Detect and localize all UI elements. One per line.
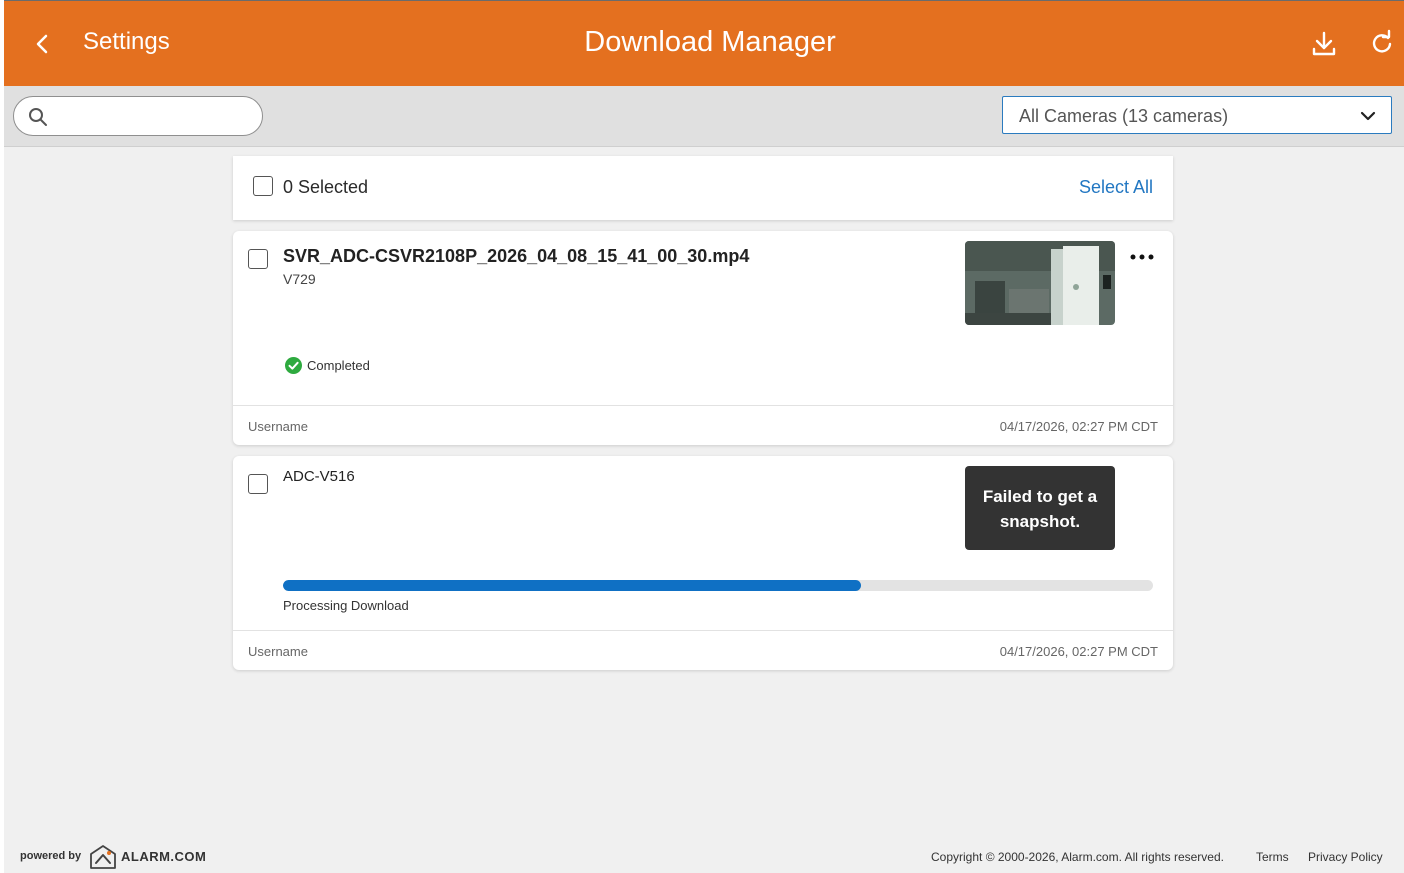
privacy-policy-link[interactable]: Privacy Policy: [1308, 850, 1383, 864]
powered-by-label: powered by: [20, 850, 82, 862]
check-circle-icon: [285, 357, 302, 374]
brand-name: ALARM.COM: [121, 849, 207, 864]
download-footer: Username 04/17/2026, 02:27 PM CDT: [233, 630, 1173, 670]
download-icon[interactable]: [1309, 29, 1339, 59]
search-input[interactable]: [58, 103, 248, 129]
camera-filter-value: All Cameras (13 cameras): [1019, 106, 1229, 126]
status-label: Completed: [307, 358, 370, 373]
select-all-link[interactable]: Select All: [1079, 177, 1153, 198]
terms-link[interactable]: Terms: [1256, 850, 1289, 864]
download-item: SVR_ADC-CSVR2108P_2026_04_08_15_41_00_30…: [233, 231, 1173, 445]
camera-filter-select[interactable]: All Cameras (13 cameras): [1002, 96, 1392, 134]
video-thumbnail[interactable]: [965, 241, 1115, 325]
camera-name: V729: [283, 271, 316, 287]
page-footer: powered by ALARM.COM Copyright © 2000-20…: [4, 840, 1404, 873]
back-label[interactable]: Settings: [83, 28, 170, 56]
download-item-checkbox[interactable]: [248, 474, 268, 494]
download-item: ADC-V516 Failed to get a snapshot. Proce…: [233, 456, 1173, 670]
search-box[interactable]: [13, 96, 263, 136]
copyright-text: Copyright © 2000-2026, Alarm.com. All ri…: [931, 850, 1224, 864]
download-user: Username: [248, 419, 308, 434]
chevron-down-icon: [1360, 111, 1376, 121]
camera-name: ADC-V516: [283, 468, 355, 485]
download-timestamp: 04/17/2026, 02:27 PM CDT: [999, 644, 1158, 659]
search-icon: [29, 108, 47, 126]
select-all-checkbox[interactable]: [253, 176, 273, 196]
app-header: Settings Download Manager: [4, 1, 1404, 86]
chevron-left-icon: [36, 34, 48, 54]
download-item-checkbox[interactable]: [248, 249, 268, 269]
download-timestamp: 04/17/2026, 02:27 PM CDT: [999, 419, 1158, 434]
more-options-button[interactable]: [1129, 249, 1155, 265]
filter-toolbar: All Cameras (13 cameras): [4, 86, 1404, 147]
download-user: Username: [248, 644, 308, 659]
page-title: Download Manager: [584, 26, 836, 58]
download-progress-bar: [283, 580, 1153, 591]
progress-fill: [283, 580, 861, 591]
snapshot-error: Failed to get a snapshot.: [965, 466, 1115, 550]
back-button[interactable]: [30, 29, 54, 59]
progress-label: Processing Download: [283, 598, 409, 613]
selected-count: 0 Selected: [283, 177, 369, 197]
download-footer: Username 04/17/2026, 02:27 PM CDT: [233, 405, 1173, 445]
download-filename: SVR_ADC-CSVR2108P_2026_04_08_15_41_00_30…: [283, 246, 750, 266]
selection-bar: 0 Selected Select All: [233, 156, 1173, 220]
alarm-com-logo-icon: [90, 845, 116, 869]
ellipsis-icon: [1130, 254, 1154, 260]
refresh-icon[interactable]: [1367, 29, 1397, 59]
